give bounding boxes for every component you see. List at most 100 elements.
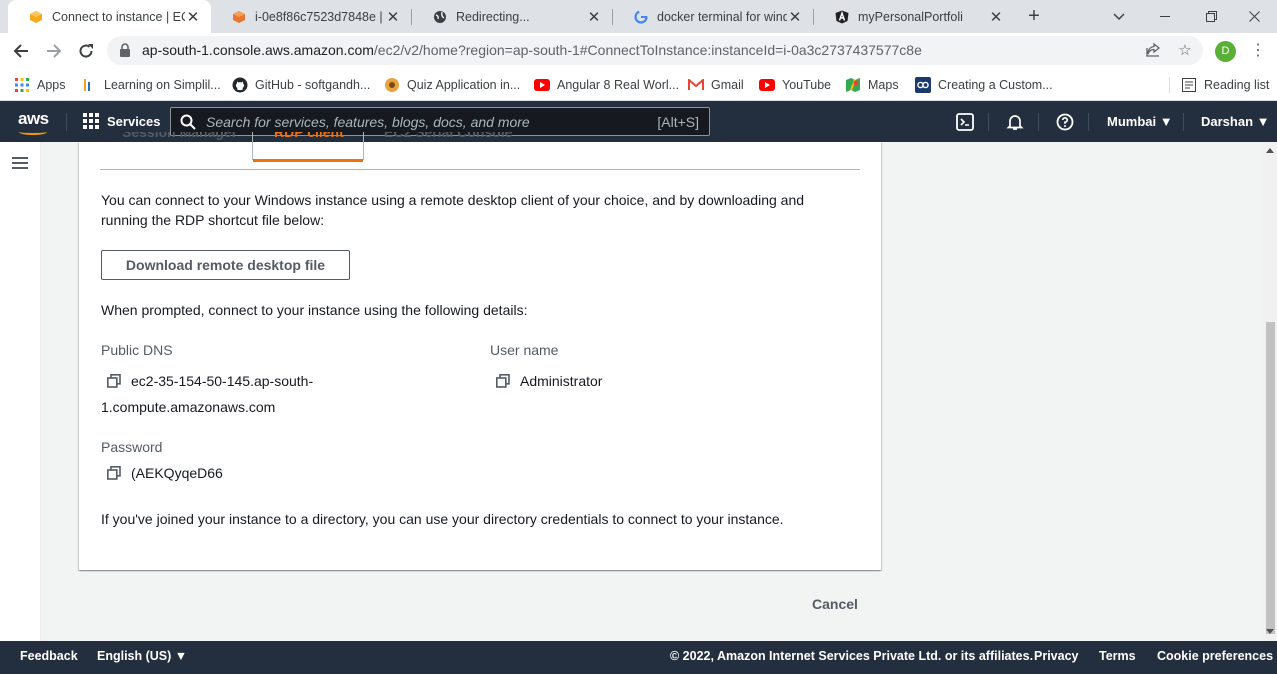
profile-avatar[interactable]: D: [1215, 41, 1236, 62]
tab-ec2-serial-console[interactable]: EC2 Serial Console: [384, 132, 512, 162]
bookmark-angular-video[interactable]: Angular 8 Real Worl...: [534, 75, 679, 95]
public-dns-label: Public DNS: [101, 342, 173, 358]
nav-divider: [988, 113, 989, 131]
bookmarks-bar: Apps Learning on Simplil... GitHub - sof…: [0, 69, 1277, 101]
aws-smile-icon: [19, 129, 47, 135]
window-close-icon[interactable]: [1231, 0, 1277, 33]
share-icon[interactable]: [1144, 42, 1162, 60]
aws-cube-icon: [231, 9, 247, 25]
browser-toolbar: ap-south-1.console.aws.amazon.com/ec2/v2…: [0, 33, 1277, 69]
scrollbar-thumb[interactable]: [1266, 322, 1275, 634]
nav-divider: [1038, 113, 1039, 131]
bookmark-label: Learning on Simplil...: [104, 78, 221, 92]
co-icon: [915, 77, 931, 93]
bookmark-quiz[interactable]: Quiz Application in...: [384, 75, 520, 95]
reading-list-icon: [1181, 77, 1197, 93]
account-menu[interactable]: Darshan ▼: [1201, 114, 1270, 129]
privacy-link[interactable]: Privacy: [1034, 649, 1078, 663]
youtube-icon: [759, 77, 775, 93]
cancel-button[interactable]: Cancel: [812, 596, 858, 612]
tab-search-icon[interactable]: [1096, 0, 1142, 33]
public-dns-value-line-1: ec2-35-154-50-145.ap-south-: [131, 373, 314, 389]
reload-icon[interactable]: [73, 38, 99, 64]
bookmark-apps[interactable]: Apps: [14, 75, 66, 95]
connect-method-tabs: Session Manager RDP client EC2 Serial Co…: [100, 132, 860, 170]
language-selector[interactable]: English (US) ▼: [97, 649, 187, 663]
copy-dns-icon[interactable]: [107, 374, 121, 388]
close-icon[interactable]: ✕: [787, 8, 803, 26]
browser-tab-docker[interactable]: docker terminal for windo ✕: [613, 0, 813, 33]
bookmark-gmail[interactable]: Gmail: [688, 75, 744, 95]
password-value: (AEKQyqeD66: [131, 465, 223, 481]
minimize-icon[interactable]: [1142, 0, 1188, 33]
connect-instance-panel: Session Manager RDP client EC2 Serial Co…: [79, 132, 881, 570]
terms-link[interactable]: Terms: [1099, 649, 1136, 663]
browser-tab-title: i-0e8f86c7523d7848e | EC: [255, 9, 385, 24]
rdp-intro-line-1: You can connect to your Windows instance…: [101, 192, 805, 208]
new-tab-button[interactable]: +: [1022, 4, 1046, 28]
cookie-preferences-link[interactable]: Cookie preferences: [1157, 649, 1273, 663]
scroll-up-arrow-icon[interactable]: [1266, 148, 1274, 153]
region-label: Mumbai: [1107, 114, 1157, 129]
language-label: English (US): [97, 649, 172, 663]
close-icon[interactable]: ✕: [385, 8, 401, 26]
help-icon[interactable]: [1055, 112, 1075, 132]
close-icon[interactable]: ✕: [185, 8, 201, 26]
reading-list-button[interactable]: Reading list: [1181, 75, 1269, 95]
copy-username-icon[interactable]: [496, 374, 510, 388]
bookmark-maps[interactable]: Maps: [845, 75, 899, 95]
username-value: Administrator: [520, 373, 603, 389]
services-menu-button[interactable]: Services: [83, 113, 161, 129]
restore-icon[interactable]: [1188, 0, 1234, 33]
search-icon: [180, 114, 196, 130]
browser-tab-instance[interactable]: i-0e8f86c7523d7848e | EC ✕: [211, 0, 411, 33]
download-rdp-file-button[interactable]: Download remote desktop file: [101, 250, 350, 280]
browser-tab-strip: Connect to instance | EC2 ✕ i-0e8f86c752…: [0, 0, 1277, 33]
search-shortcut: [Alt+S]: [657, 114, 699, 130]
feedback-link[interactable]: Feedback: [20, 649, 78, 663]
notifications-bell-icon[interactable]: [1005, 112, 1025, 132]
close-icon[interactable]: ✕: [586, 8, 602, 26]
caret-down-icon: ▼: [1256, 114, 1270, 129]
nav-divider: [66, 113, 67, 131]
hamburger-menu-icon[interactable]: [12, 157, 28, 169]
bookmark-simplilearn[interactable]: Learning on Simplil...: [81, 75, 221, 95]
page-scrollbar[interactable]: [1263, 142, 1277, 641]
bookmark-label: Creating a Custom...: [938, 78, 1053, 92]
bookmark-youtube[interactable]: YouTube: [759, 75, 831, 95]
quiz-icon: [384, 77, 400, 93]
tab-session-manager[interactable]: Session Manager: [122, 132, 237, 162]
forward-arrow-icon[interactable]: [41, 38, 67, 64]
tab-rdp-client[interactable]: RDP client: [253, 132, 363, 162]
bookmark-github[interactable]: GitHub - softgandh...: [232, 75, 370, 95]
scroll-down-arrow-icon[interactable]: [1266, 629, 1274, 634]
back-arrow-icon[interactable]: [8, 38, 34, 64]
aws-logo[interactable]: aws: [18, 109, 49, 129]
address-bar[interactable]: ap-south-1.console.aws.amazon.com/ec2/v2…: [107, 36, 1203, 65]
rdp-intro-line-2: running the RDP shortcut file below:: [101, 212, 325, 228]
browser-tab-portfolio[interactable]: myPersonalPortfoli ✕: [814, 0, 1014, 33]
region-selector[interactable]: Mumbai ▼: [1107, 114, 1173, 129]
cloudshell-icon[interactable]: [955, 112, 975, 132]
browser-tab-redirecting[interactable]: Redirecting... ✕: [412, 0, 612, 33]
account-name: Darshan: [1201, 114, 1254, 129]
services-label: Services: [107, 113, 161, 129]
maps-icon: [845, 77, 861, 93]
directory-credentials-note: If you've joined your instance to a dire…: [101, 511, 784, 527]
github-icon: [232, 77, 248, 93]
caret-down-icon: ▼: [174, 649, 188, 663]
browser-menu-icon[interactable]: ⋮: [1250, 39, 1266, 63]
bookmark-label: YouTube: [782, 78, 832, 92]
bookmarks-divider: [1169, 77, 1170, 93]
bookmark-creating-custom[interactable]: Creating a Custom...: [915, 75, 1053, 95]
browser-tab-connect-instance[interactable]: Connect to instance | EC2 ✕: [8, 0, 211, 33]
close-icon[interactable]: ✕: [988, 8, 1004, 26]
copy-password-icon[interactable]: [107, 466, 121, 480]
angular-icon: [834, 9, 850, 25]
console-footer: Feedback English (US) ▼ © 2022, Amazon I…: [0, 641, 1277, 674]
public-dns-value-line-2: 1.compute.amazonaws.com: [101, 399, 276, 415]
username-label: User name: [490, 342, 559, 358]
side-nav-rail: [0, 142, 41, 641]
caret-down-icon: ▼: [1159, 114, 1173, 129]
bookmark-star-icon[interactable]: ☆: [1176, 42, 1194, 60]
